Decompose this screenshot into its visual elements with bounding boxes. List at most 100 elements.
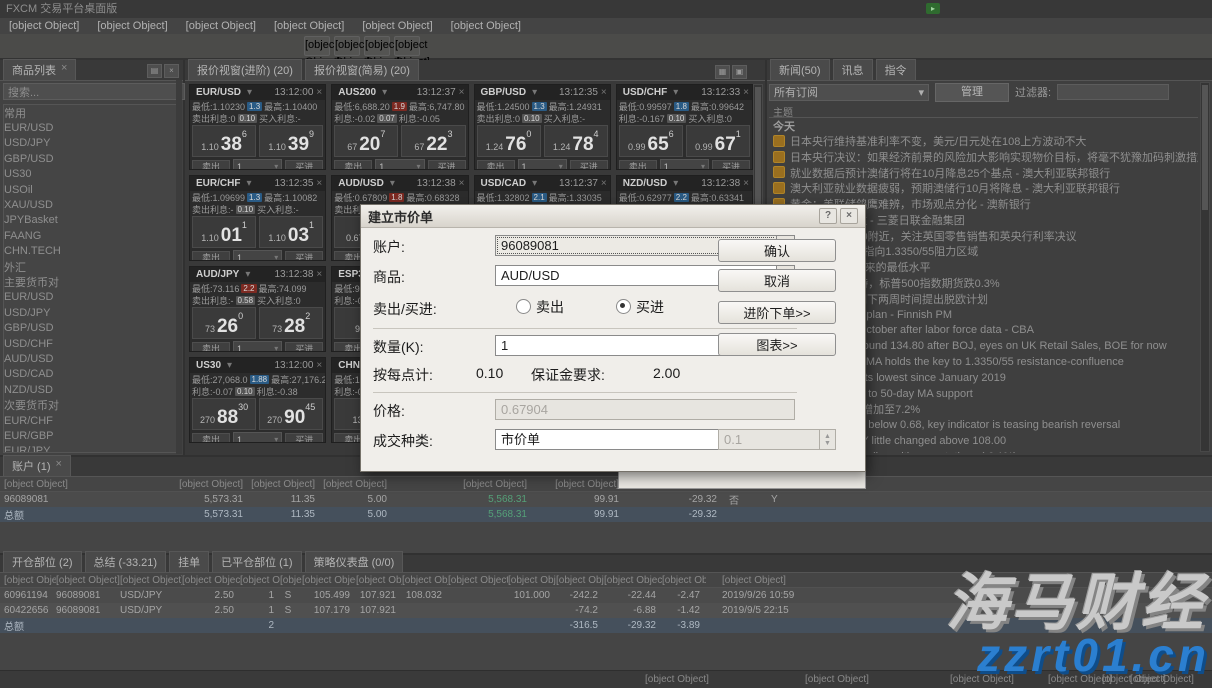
tile-close-icon[interactable]: × <box>316 269 322 280</box>
column-header[interactable]: [object Object] <box>4 575 56 586</box>
sell-price-box[interactable]: 1.10386 <box>192 125 256 157</box>
menu-item[interactable]: [object Object] <box>177 20 265 32</box>
tile-sell-button[interactable]: 卖出 <box>192 433 230 444</box>
dialog-title-bar[interactable]: 建立市价单 ? × <box>361 205 865 228</box>
buy-price-box[interactable]: 0.99671 <box>686 125 750 157</box>
tree-item[interactable]: - EUR/JPY <box>4 444 176 453</box>
buy-price-box[interactable]: 1.10399 <box>259 125 323 157</box>
tab-positions[interactable]: 策略仪表盘 (0/0)× <box>305 551 404 572</box>
tab-quotes-view[interactable]: 报价视窗(进阶) (20)× <box>188 59 302 80</box>
tree-item[interactable]: - JPYBasket <box>4 213 176 228</box>
toolbar-icon[interactable]: [object Object] <box>334 36 360 56</box>
tile-close-icon[interactable]: × <box>316 178 322 189</box>
scrollbar[interactable] <box>176 80 182 454</box>
toolbar-button[interactable] <box>30 43 50 49</box>
tree-item[interactable]: - GBP/USD <box>4 320 176 335</box>
tree-item[interactable]: - USD/JPY <box>4 305 176 320</box>
tile-symbol[interactable]: USD/CHF <box>620 87 670 98</box>
sell-price-box[interactable]: 0.99656 <box>619 125 683 157</box>
account-row[interactable]: 960890815,573.3111.355.005,568.3199.91-2… <box>0 492 1212 507</box>
filter-input[interactable] <box>1057 84 1169 100</box>
news-item[interactable]: 就业数据后预计澳储行将在10月降息25个基点 - 澳大利亚联邦银行 <box>769 165 1198 181</box>
tile-amount-input[interactable]: 1▾ <box>233 250 282 261</box>
tree-item[interactable]: - USOil <box>4 182 176 197</box>
tile-buy-button[interactable]: 买进 <box>285 160 323 171</box>
column-header[interactable]: [object Object] <box>302 575 356 586</box>
tile-symbol[interactable]: EUR/USD <box>193 87 244 98</box>
tile-sell-button[interactable]: 卖出 <box>192 160 230 171</box>
chevron-down-icon[interactable]: ▾ <box>382 87 387 98</box>
tree-item[interactable]: - 常用 <box>4 105 176 120</box>
tab-quotes-view[interactable]: 报价视窗(简易) (20)× <box>305 59 419 80</box>
buy-radio[interactable]: 买进 <box>616 297 664 317</box>
tile-symbol[interactable]: NZD/USD <box>620 178 670 189</box>
tile-close-icon[interactable]: × <box>601 87 607 98</box>
close-icon[interactable]: × <box>164 64 179 78</box>
buy-price-box[interactable]: 1.10031 <box>259 216 323 248</box>
tile-buy-button[interactable]: 买进 <box>285 342 323 353</box>
tile-amount-input[interactable]: 1▾ <box>660 159 709 170</box>
tile-close-icon[interactable]: × <box>601 178 607 189</box>
tile-close-icon[interactable]: × <box>743 87 749 98</box>
sell-price-box[interactable]: 1.24760 <box>477 125 541 157</box>
confirm-button[interactable]: 确认 <box>718 239 836 262</box>
column-header[interactable]: [object Object] <box>4 479 154 490</box>
sell-radio[interactable]: 卖出 <box>516 297 564 317</box>
tab-positions[interactable]: 总结 (-33.21)× <box>85 551 167 572</box>
tree-item[interactable]: - USD/CHF <box>4 336 176 351</box>
chart-button[interactable]: 图表>> <box>718 333 836 356</box>
column-header[interactable]: [object Object] <box>249 479 321 490</box>
column-header[interactable]: [object Object] <box>321 479 393 490</box>
radio-icon[interactable] <box>516 299 531 314</box>
buy-price-box[interactable]: 67223 <box>401 125 465 157</box>
column-header[interactable]: [object Object] <box>556 575 604 586</box>
tile-amount-input[interactable]: 1▾ <box>375 159 424 170</box>
sell-price-box[interactable]: 67207 <box>334 125 398 157</box>
menu-item[interactable]: [object Object] <box>265 20 353 32</box>
menu-item[interactable]: [object Object] <box>353 20 441 32</box>
toolbar-button[interactable] <box>6 43 26 49</box>
column-header[interactable]: [object Object] <box>706 575 856 586</box>
advanced-order-button[interactable]: 进阶下单>> <box>718 301 836 324</box>
tile-buy-button[interactable]: 买进 <box>285 251 323 262</box>
tree-item[interactable]: - USD/CAD <box>4 367 176 382</box>
tile-buy-button[interactable]: 买进 <box>428 160 466 171</box>
column-header[interactable]: [object Object] <box>154 479 249 490</box>
radio-selected-icon[interactable] <box>616 299 631 314</box>
help-icon[interactable]: ? <box>819 208 837 224</box>
toolbar-button[interactable] <box>54 43 74 49</box>
buy-price-box[interactable]: 2709045 <box>259 398 323 430</box>
tile-symbol[interactable]: EUR/CHF <box>193 178 243 189</box>
tile-close-icon[interactable]: × <box>743 178 749 189</box>
tile-symbol[interactable]: US30 <box>193 360 224 371</box>
column-header[interactable]: [object Object] <box>240 575 280 586</box>
tile-amount-input[interactable]: 1▾ <box>233 341 282 352</box>
column-header[interactable]: [object Object] <box>508 575 556 586</box>
sell-price-box[interactable]: 2708830 <box>192 398 256 430</box>
toolbar-button[interactable] <box>150 43 170 49</box>
tab-accounts[interactable]: 账户 (1)× <box>3 455 71 476</box>
toolbar-icon[interactable]: [object Object] <box>394 36 420 56</box>
tile-close-icon[interactable]: × <box>316 360 322 371</box>
tile-symbol[interactable]: AUD/JPY <box>193 269 242 280</box>
close-icon[interactable]: × <box>61 62 67 78</box>
tree-item[interactable]: - USD/JPY <box>4 136 176 151</box>
toolbar-button[interactable] <box>126 43 146 49</box>
tab-symbol-list[interactable]: 商品列表× <box>3 59 76 80</box>
news-item[interactable]: 澳大利亚就业数据疲弱，预期澳储行10月将降息 - 澳大利亚联邦银行 <box>769 180 1198 196</box>
cancel-button[interactable]: 取消 <box>718 269 836 292</box>
tile-close-icon[interactable]: × <box>459 87 465 98</box>
menu-item[interactable]: [object Object] <box>442 20 530 32</box>
column-header[interactable]: [object Object] <box>120 575 182 586</box>
restore-icon[interactable]: ▣ <box>732 65 747 79</box>
tree-item[interactable]: - EUR/CHF <box>4 413 176 428</box>
news-item[interactable]: 日本央行维持基准利率不变，美元/日元处在108上方波动不大 <box>769 133 1198 149</box>
toolbar-button[interactable] <box>102 43 122 49</box>
tree-item[interactable]: - NZD/USD <box>4 382 176 397</box>
news-column-header[interactable]: 主题 <box>769 104 1198 118</box>
column-header[interactable]: [object Object] <box>402 575 448 586</box>
news-item[interactable]: 日本央行决议：如果经济前景的风险加大影响实现物价目标，将毫不犹豫加码刺激措施 <box>769 149 1198 165</box>
tab-news[interactable]: 讯息× <box>833 59 873 80</box>
chevron-down-icon[interactable]: ▾ <box>532 87 537 98</box>
tree-item[interactable]: - FAANG <box>4 228 176 243</box>
